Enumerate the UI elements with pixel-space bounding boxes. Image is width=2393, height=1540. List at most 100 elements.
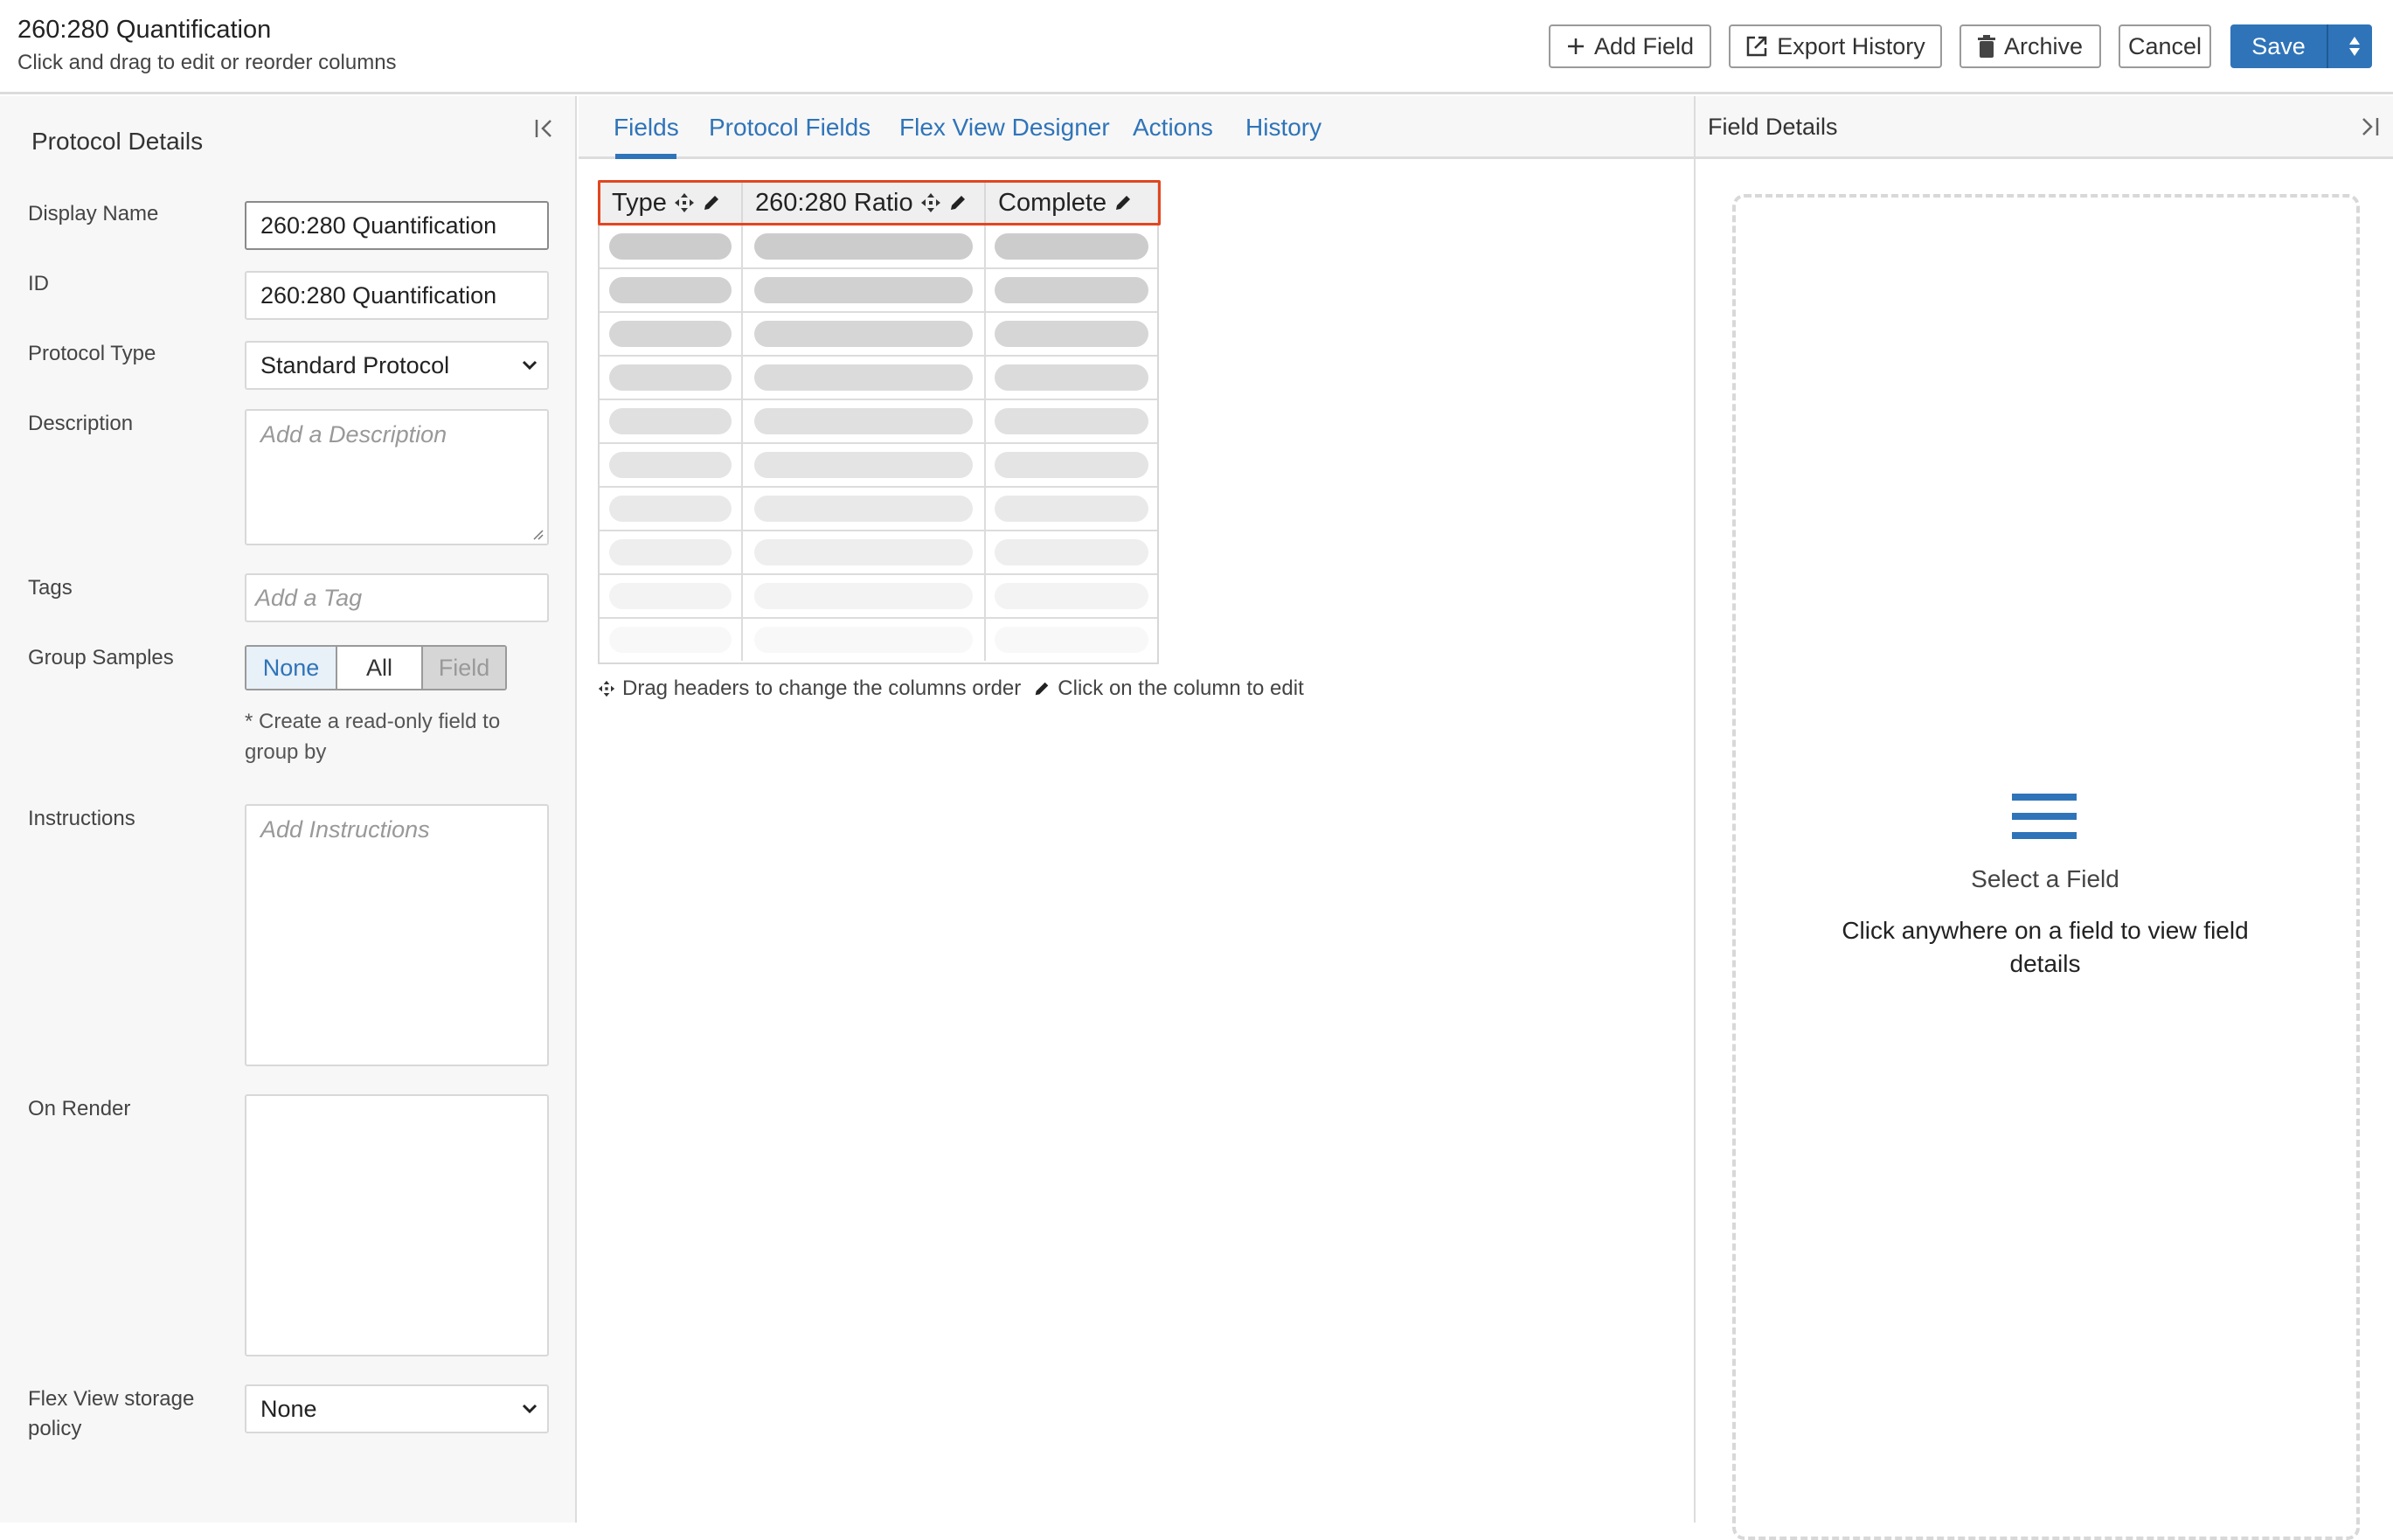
empty-state-title: Select a Field: [1971, 865, 2119, 892]
pencil-icon[interactable]: [948, 193, 968, 212]
placeholder-cell: [986, 531, 1157, 573]
protocol-details-title: Protocol Details: [31, 128, 204, 155]
protocol-type-select[interactable]: Standard Protocol: [245, 341, 549, 390]
list-icon: [2012, 794, 2077, 839]
tab-flex-view-designer[interactable]: Flex View Designer: [899, 114, 1110, 142]
skeleton-pill: [609, 583, 732, 609]
placeholder-cell: [986, 225, 1157, 267]
placeholder-cell: [600, 269, 743, 311]
group-all-option[interactable]: All: [337, 647, 423, 689]
placeholder-cell: [600, 575, 743, 617]
flex-view-storage-policy-select[interactable]: None: [245, 1384, 549, 1433]
tab-fields[interactable]: Fields: [614, 114, 679, 142]
external-link-icon: [1746, 36, 1767, 57]
move-icon: [598, 680, 615, 697]
skeleton-pill: [754, 452, 973, 478]
description-placeholder: Add a Description: [260, 421, 447, 447]
skeleton-pill: [754, 627, 973, 653]
trash-icon: [1977, 35, 1995, 58]
add-field-button[interactable]: Add Field: [1549, 24, 1711, 68]
placeholder-cell: [986, 488, 1157, 530]
placeholder-cell: [600, 444, 743, 486]
cancel-label: Cancel: [2127, 32, 2202, 59]
group-field-option: Field: [423, 647, 505, 689]
protocol-type-label: Protocol Type: [28, 342, 156, 365]
field-details-panel: Field Details Select a Field Click anywh…: [1694, 96, 2393, 1540]
placeholder-cell: [986, 619, 1157, 661]
page-subtitle: Click and drag to edit or reorder column…: [17, 51, 397, 74]
placeholder-row: [600, 488, 1157, 531]
placeholder-row: [600, 357, 1157, 400]
column-header-complete[interactable]: Complete: [986, 182, 1157, 224]
placeholder-cell: [600, 400, 743, 442]
column-header-260-280-ratio[interactable]: 260:280 Ratio: [743, 182, 986, 224]
skeleton-pill: [754, 277, 973, 303]
fields-editor: Fields Protocol Fields Flex View Designe…: [579, 96, 1694, 1523]
cancel-button[interactable]: Cancel: [2119, 24, 2211, 68]
on-render-textarea[interactable]: [245, 1094, 549, 1356]
resize-handle-icon[interactable]: [531, 528, 544, 540]
placeholder-cell: [986, 357, 1157, 399]
display-name-input[interactable]: 260:280 Quantification: [245, 201, 549, 250]
export-history-button[interactable]: Export History: [1729, 24, 1942, 68]
archive-label: Archive: [2003, 32, 2084, 59]
id-input[interactable]: 260:280 Quantification: [245, 271, 549, 320]
move-icon[interactable]: [920, 192, 941, 213]
grid-body: [600, 225, 1157, 662]
tags-placeholder: Add a Tag: [255, 584, 363, 611]
protocol-type-value: Standard Protocol: [260, 351, 450, 378]
placeholder-cell: [600, 357, 743, 399]
placeholder-cell: [743, 619, 986, 661]
pencil-icon[interactable]: [702, 193, 721, 212]
placeholder-row: [600, 575, 1157, 619]
placeholder-cell: [743, 225, 986, 267]
instructions-textarea[interactable]: Add Instructions: [245, 804, 549, 1066]
column-header-label: 260:280 Ratio: [755, 188, 913, 217]
tags-label: Tags: [28, 576, 73, 600]
collapse-left-icon[interactable]: [531, 115, 558, 142]
tab-protocol-fields[interactable]: Protocol Fields: [709, 114, 870, 142]
skeleton-pill: [609, 364, 732, 391]
skeleton-pill: [754, 583, 973, 609]
skeleton-pill: [995, 321, 1148, 347]
hint-drag-text: Drag headers to change the columns order: [622, 676, 1022, 700]
skeleton-pill: [995, 539, 1148, 565]
archive-button[interactable]: Archive: [1959, 24, 2101, 68]
skeleton-pill: [995, 627, 1148, 653]
grid-hint: Drag headers to change the columns order…: [598, 676, 1304, 701]
export-history-label: Export History: [1777, 32, 1925, 59]
skeleton-pill: [609, 496, 732, 522]
placeholder-cell: [743, 444, 986, 486]
tags-input[interactable]: Add a Tag: [245, 573, 549, 622]
skeleton-pill: [609, 277, 732, 303]
skeleton-pill: [754, 408, 973, 434]
save-options-toggle[interactable]: [2337, 24, 2372, 68]
on-render-label: On Render: [28, 1097, 131, 1120]
sort-caret-icon: [2349, 37, 2361, 56]
tab-history[interactable]: History: [1245, 114, 1321, 142]
skeleton-pill: [609, 539, 732, 565]
placeholder-row: [600, 400, 1157, 444]
protocol-details-panel: Protocol Details Display Name 260:280 Qu…: [0, 96, 577, 1523]
display-name-label: Display Name: [28, 202, 159, 225]
group-samples-toggle: None All Field: [245, 645, 507, 690]
skeleton-pill: [754, 364, 973, 391]
group-none-option[interactable]: None: [246, 647, 337, 689]
move-icon[interactable]: [674, 192, 695, 213]
save-label: Save: [2251, 32, 2306, 59]
column-header-type[interactable]: Type: [600, 182, 743, 224]
skeleton-pill: [609, 452, 732, 478]
collapse-right-icon[interactable]: [2356, 114, 2383, 140]
save-button[interactable]: Save: [2230, 24, 2329, 68]
pencil-icon[interactable]: [1113, 193, 1133, 212]
skeleton-pill: [995, 408, 1148, 434]
placeholder-cell: [743, 488, 986, 530]
grid-header-row: Type 260:280 Ratio Complete: [600, 182, 1157, 225]
description-textarea[interactable]: Add a Description: [245, 409, 549, 545]
tab-actions[interactable]: Actions: [1133, 114, 1213, 142]
skeleton-pill: [754, 321, 973, 347]
chevron-down-icon: [522, 1404, 538, 1414]
skeleton-pill: [609, 321, 732, 347]
empty-state-text: Click anywhere on a field to view field …: [1842, 917, 2249, 977]
page-title: 260:280 Quantification: [17, 16, 272, 44]
